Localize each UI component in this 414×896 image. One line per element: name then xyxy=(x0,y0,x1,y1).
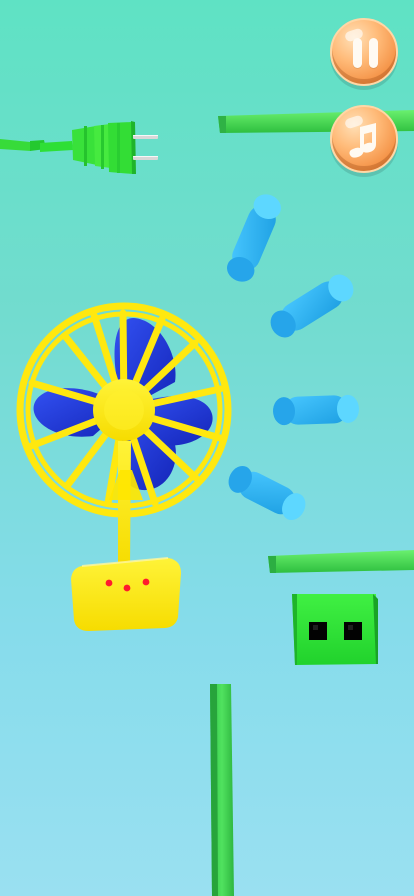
music-note-icon xyxy=(349,123,376,158)
plug xyxy=(0,121,158,174)
music-button[interactable] xyxy=(330,105,398,173)
wind-gust-2 xyxy=(270,274,354,338)
wind-gust-4 xyxy=(228,465,306,521)
green-block-character xyxy=(292,594,378,665)
wind-gust-3 xyxy=(273,394,359,426)
bottom-vertical-wall xyxy=(210,684,234,896)
pause-icon xyxy=(353,38,362,68)
pause-button[interactable] xyxy=(330,18,398,86)
fan xyxy=(16,302,232,631)
wind-gust-1 xyxy=(227,194,281,282)
pause-icon xyxy=(369,38,378,68)
middle-right-wall xyxy=(268,550,414,573)
